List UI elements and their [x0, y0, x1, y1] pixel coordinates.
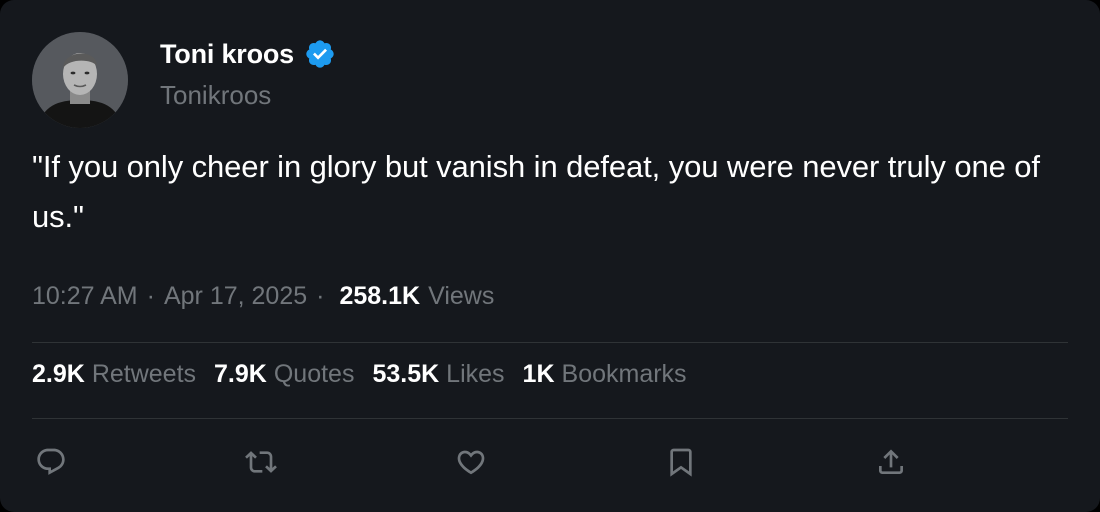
reply-icon: [37, 448, 65, 475]
retweet-button[interactable]: [243, 444, 279, 480]
views-count: 258.1K: [339, 282, 421, 310]
stat-count: 53.5K: [372, 360, 440, 388]
profile-photo-icon: [32, 32, 128, 128]
avatar[interactable]: [32, 32, 128, 128]
views-label: Views: [428, 282, 495, 310]
user-handle[interactable]: Tonikroos: [160, 80, 271, 111]
retweet-icon: [245, 451, 277, 473]
tweet-card: Toni kroos Tonikroos "If you only cheer …: [0, 0, 1100, 512]
stat-quotes[interactable]: 7.9K Quotes: [214, 360, 354, 389]
separator: ·: [146, 282, 155, 310]
reply-button[interactable]: [33, 444, 69, 480]
stat-label: Quotes: [273, 360, 355, 388]
tweet-date[interactable]: Apr 17, 2025: [164, 282, 307, 311]
engagement-stats: 2.9K Retweets 7.9K Quotes 53.5K Likes 1K Boo…: [32, 360, 705, 389]
divider: [32, 342, 1068, 343]
tweet-text: "If you only cheer in glory but vanish i…: [32, 149, 1040, 234]
share-icon: [879, 449, 903, 474]
tweet-time[interactable]: 10:27 AM: [32, 282, 138, 311]
stat-label: Likes: [446, 360, 505, 388]
stat-likes[interactable]: 53.5K Likes: [372, 360, 504, 389]
bookmark-icon: [670, 448, 692, 477]
heart-icon: [457, 450, 485, 475]
stat-retweets[interactable]: 2.9K Retweets: [32, 360, 196, 389]
display-name[interactable]: Toni kroos: [160, 39, 294, 70]
like-button[interactable]: [453, 444, 489, 480]
divider: [32, 418, 1068, 419]
separator: ·: [316, 282, 325, 310]
stat-count: 7.9K: [214, 360, 267, 388]
stat-label: Retweets: [91, 360, 197, 388]
stat-count: 1K: [522, 360, 555, 388]
bookmark-button[interactable]: [663, 444, 699, 480]
stat-count: 2.9K: [32, 360, 85, 388]
name-row: Toni kroos: [160, 36, 336, 72]
share-button[interactable]: [873, 444, 909, 480]
tweet-meta: 10:27 AM · Apr 17, 2025 · 258.1K Views: [32, 282, 494, 311]
stat-label: Bookmarks: [561, 360, 687, 388]
verified-badge-icon: [306, 40, 334, 68]
stat-bookmarks[interactable]: 1K Bookmarks: [523, 360, 687, 389]
